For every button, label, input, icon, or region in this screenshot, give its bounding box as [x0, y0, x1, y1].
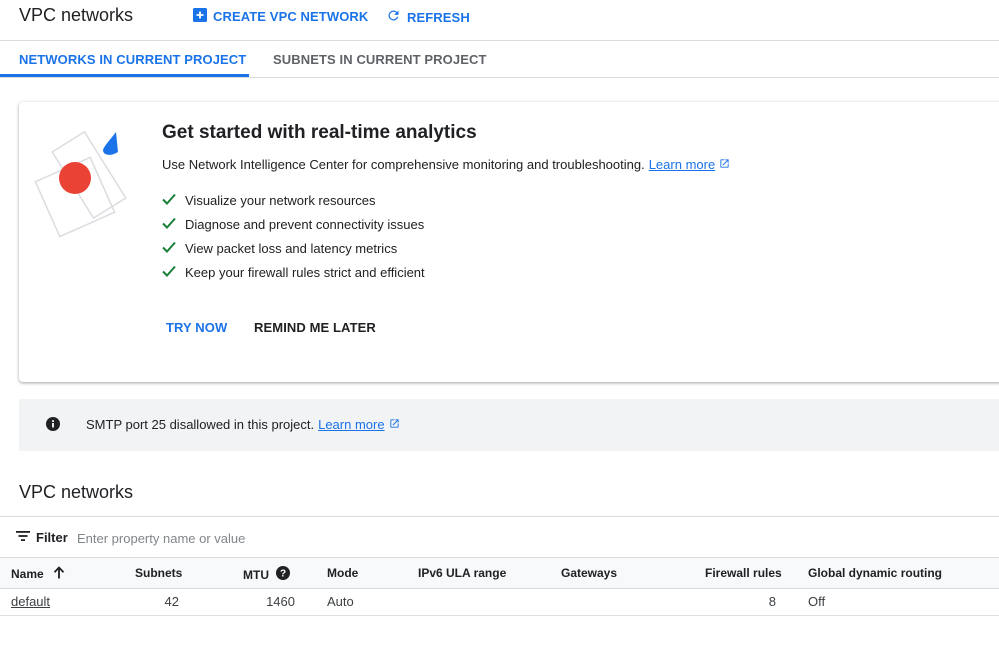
feature-item: Keep your firewall rules strict and effi…	[162, 265, 425, 280]
refresh-button[interactable]: REFRESH	[386, 8, 470, 26]
add-box-icon	[193, 8, 207, 25]
column-header-gateways[interactable]: Gateways	[561, 566, 617, 580]
check-icon	[162, 241, 176, 256]
remind-me-later-button[interactable]: REMIND ME LATER	[254, 320, 376, 335]
section-divider	[0, 516, 999, 517]
subnets-cell: 42	[164, 594, 179, 609]
feature-item: View packet loss and latency metrics	[162, 241, 397, 256]
sort-ascending-icon[interactable]	[53, 566, 65, 582]
info-icon	[46, 417, 60, 436]
smtp-learn-more-link[interactable]: Learn more	[318, 417, 384, 432]
help-icon[interactable]: ?	[276, 566, 290, 583]
column-header-mode[interactable]: Mode	[327, 566, 358, 580]
feature-item: Visualize your network resources	[162, 193, 376, 208]
try-now-button[interactable]: TRY NOW	[166, 320, 227, 335]
column-header-name[interactable]: Name	[11, 566, 65, 582]
filter-label: Filter	[36, 530, 68, 545]
network-name-link[interactable]: default	[11, 594, 50, 609]
column-header-mtu[interactable]: MTU ?	[243, 566, 290, 583]
promo-description-line: Use Network Intelligence Center for comp…	[162, 157, 730, 172]
feature-label: Keep your firewall rules strict and effi…	[185, 265, 425, 280]
filter-list-icon	[16, 530, 30, 545]
section-title: VPC networks	[19, 482, 134, 502]
mode-cell: Auto	[327, 594, 354, 609]
feature-item: Diagnose and prevent connectivity issues	[162, 217, 424, 232]
refresh-icon	[386, 8, 401, 26]
promo-title: Get started with real-time analytics	[162, 122, 477, 143]
check-icon	[162, 193, 176, 208]
check-icon	[162, 265, 176, 280]
column-header-mtu-label: MTU	[243, 567, 269, 582]
refresh-label: REFRESH	[407, 9, 470, 25]
filter-input[interactable]	[77, 528, 477, 548]
column-header-subnets[interactable]: Subnets	[135, 566, 182, 580]
create-vpc-network-label: CREATE VPC NETWORK	[213, 9, 369, 24]
page-title: VPC networks	[19, 5, 134, 25]
feature-label: Diagnose and prevent connectivity issues	[185, 217, 425, 232]
promo-description: Use Network Intelligence Center for comp…	[162, 157, 645, 172]
svg-text:?: ?	[280, 569, 286, 580]
check-icon	[162, 217, 176, 232]
analytics-illustration	[30, 122, 145, 247]
feature-label: View packet loss and latency metrics	[185, 241, 398, 256]
tab-networks-in-current-project[interactable]: NETWORKS IN CURRENT PROJECT	[19, 52, 246, 67]
column-header-firewall-rules[interactable]: Firewall rules	[705, 566, 782, 580]
column-header-global-dynamic-routing[interactable]: Global dynamic routing	[808, 566, 942, 580]
row-divider	[0, 615, 999, 616]
external-link-icon	[389, 417, 400, 432]
external-link-icon	[719, 157, 730, 172]
create-vpc-network-button[interactable]: CREATE VPC NETWORK	[193, 8, 368, 25]
filter-button[interactable]: Filter	[16, 530, 68, 545]
feature-label: Visualize your network resources	[185, 193, 376, 208]
global-dynamic-routing-cell: Off	[808, 594, 826, 609]
promo-learn-more-link[interactable]: Learn more	[649, 157, 715, 172]
mtu-cell: 1460	[266, 594, 295, 609]
header-divider	[0, 40, 999, 41]
tab-subnets-in-current-project[interactable]: SUBNETS IN CURRENT PROJECT	[273, 52, 487, 67]
smtp-banner-text: SMTP port 25 disallowed in this project.	[86, 417, 315, 432]
column-header-name-label: Name	[11, 567, 44, 581]
firewall-rules-cell: 8	[768, 594, 776, 609]
smtp-banner-line: SMTP port 25 disallowed in this project.…	[86, 417, 400, 432]
tabs-divider	[0, 77, 999, 78]
column-header-ipv6-ula-range[interactable]: IPv6 ULA range	[418, 566, 506, 580]
